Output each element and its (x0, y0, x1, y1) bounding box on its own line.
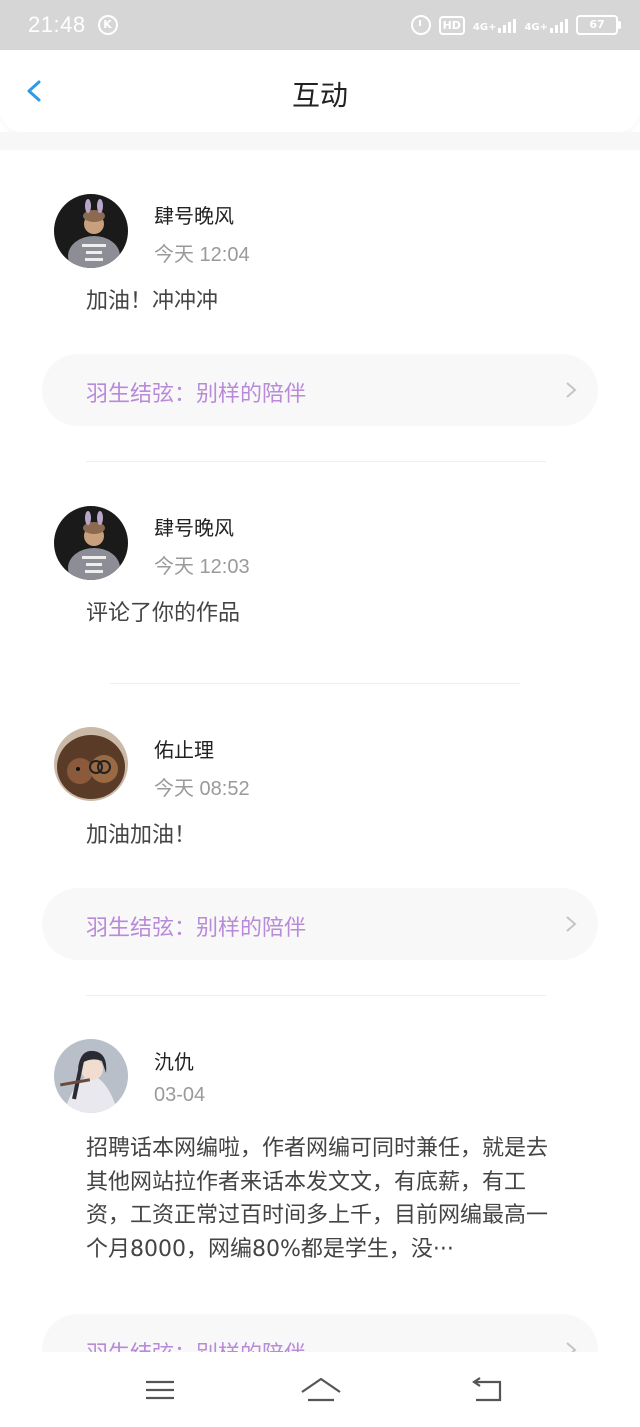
timestamp: 今天 12:04 (154, 244, 250, 266)
username[interactable]: 肆号晚风 (154, 512, 234, 541)
k-badge-icon: K (97, 15, 118, 35)
work-link[interactable]: 羽生结弦：别样的陪伴 (42, 354, 598, 426)
username[interactable]: 氿仇 (154, 1046, 194, 1075)
status-time: 21:48 (28, 12, 86, 37)
battery-icon: 67 (576, 15, 621, 35)
page-title: 互动 (291, 79, 348, 112)
signal-bars-icon (498, 17, 517, 33)
status-icons: HD 4G+ 4G+ 67 (410, 15, 621, 35)
status-bar: 21:48 K HD 4G+ 4G+ 67 (0, 0, 640, 50)
divider (86, 461, 546, 462)
avatar[interactable] (54, 194, 128, 268)
work-title: 羽生结弦：别样的陪伴 (86, 382, 307, 407)
signal-1: 4G+ (473, 17, 517, 33)
work-link[interactable]: 羽生结弦：别样的陪伴 (42, 1314, 598, 1352)
alarm-icon (410, 15, 431, 35)
chevron-right-icon (566, 1342, 577, 1352)
comment-text: 评论了你的作品 (86, 601, 241, 626)
header-separator (0, 132, 640, 150)
home-icon[interactable] (298, 1374, 344, 1406)
chevron-right-icon (566, 916, 577, 932)
comment-text: 加油加油！ (86, 823, 197, 848)
username[interactable]: 佑止理 (154, 734, 214, 763)
divider (110, 683, 520, 684)
chevron-right-icon (566, 382, 577, 398)
header: 互动 (0, 50, 640, 132)
timestamp: 今天 12:03 (154, 556, 250, 578)
avatar[interactable] (54, 506, 128, 580)
username[interactable]: 肆号晚风 (154, 200, 234, 229)
interaction-feed[interactable]: 肆号晚风 今天 12:04 加油！冲冲冲 羽生结弦：别样的陪伴 肆号晚风 今天 … (0, 150, 640, 1352)
hd-icon: HD (438, 15, 465, 35)
timestamp: 今天 08:52 (154, 778, 250, 800)
timestamp: 03-04 (154, 1084, 206, 1106)
divider (86, 995, 546, 996)
network-type-label: 4G+ (472, 22, 497, 33)
comment-text: 招聘话本网编啦，作者网编可同时兼任，就是去其他网站拉作者来话本发文文，有底薪，有… (86, 1136, 549, 1262)
work-link[interactable]: 羽生结弦：别样的陪伴 (42, 888, 598, 960)
network-type-label: 4G+ (524, 22, 548, 33)
signal-2: 4G+ (524, 17, 568, 33)
work-title: 羽生结弦：别样的陪伴 (86, 1336, 306, 1352)
menu-icon[interactable] (140, 1374, 180, 1406)
comment-text: 加油！冲冲冲 (86, 289, 219, 314)
avatar[interactable] (54, 727, 128, 801)
back-icon[interactable] (468, 1374, 508, 1406)
signal-bars-icon (550, 17, 568, 33)
system-nav-bar (0, 1352, 640, 1427)
avatar[interactable] (54, 1039, 128, 1113)
work-title: 羽生结弦：别样的陪伴 (86, 916, 307, 941)
